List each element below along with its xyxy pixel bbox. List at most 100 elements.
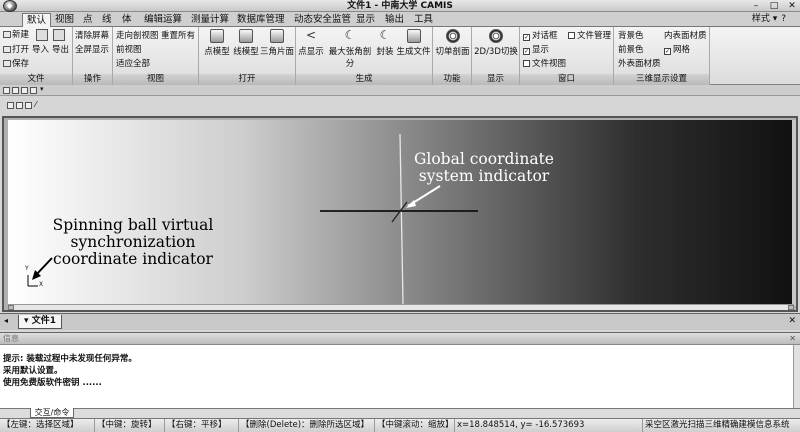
- tab-display[interactable]: 显示: [352, 13, 379, 27]
- status-delete: 【删除(Delete)：删除所选区域】: [239, 419, 375, 432]
- max-angle-label: 最大张角剖分: [328, 47, 372, 69]
- document-tab-bar: ◂ ▾ 文件1 ✕: [0, 313, 800, 330]
- tab-safety[interactable]: 动态安全监管: [290, 13, 355, 27]
- point-model-button[interactable]: 点模型: [202, 29, 232, 57]
- status-system-name: 采空区激光扫描三维精确建模信息系统: [645, 420, 790, 430]
- minimize-button[interactable]: –: [750, 0, 762, 12]
- checkbox-checked-icon: ✓: [523, 34, 530, 41]
- line-model-button[interactable]: 线模型: [231, 29, 261, 57]
- tab-output[interactable]: 输出: [381, 13, 408, 27]
- dialog-label: 对话框: [532, 31, 558, 41]
- info-close-icon[interactable]: ✕: [789, 333, 796, 344]
- tab-measure[interactable]: 测量计算: [187, 13, 233, 27]
- scroll-left-arrow-icon[interactable]: [8, 305, 14, 310]
- foreground-color-button[interactable]: 前景色: [618, 45, 644, 56]
- front-view-button[interactable]: 前视图: [116, 45, 142, 56]
- line-model-icon: [239, 29, 253, 43]
- info-scrollbar[interactable]: [793, 345, 800, 409]
- switch-icon: [489, 29, 503, 43]
- fullscreen-button[interactable]: 全屏显示: [75, 45, 109, 56]
- tab-point[interactable]: 点: [79, 13, 97, 27]
- close-tab-icon[interactable]: ✕: [788, 316, 796, 326]
- point-model-label: 点模型: [204, 47, 230, 57]
- point-display-button[interactable]: < 点显示: [297, 29, 325, 57]
- command-strip: [0, 408, 800, 418]
- group-open: 点模型 线模型 三角片面 打开: [199, 27, 296, 85]
- toolbar-tree-icon[interactable]: [16, 102, 23, 109]
- open-label: 打开: [12, 45, 30, 55]
- qa-save-icon[interactable]: [21, 87, 28, 94]
- switch-2d3d-button[interactable]: 2D/3D切换: [473, 29, 519, 57]
- generate-file-button[interactable]: 生成文件: [395, 29, 432, 57]
- triangle-face-label: 三角片面: [259, 47, 294, 57]
- import-button[interactable]: 导入: [32, 45, 49, 56]
- checkbox-checked-icon: ✓: [664, 48, 671, 55]
- viewport-vertical-strip: [792, 120, 796, 306]
- fit-all-button[interactable]: 适应全部: [116, 59, 150, 70]
- group-generate-label: 生成: [296, 74, 432, 85]
- status-left-click: 【左键：选择区域】: [0, 419, 95, 432]
- tab-scroll-icon[interactable]: ◂: [4, 316, 8, 325]
- filemgr-label: 文件管理: [577, 31, 612, 41]
- tab-view[interactable]: 视图: [51, 13, 78, 27]
- group-3d-settings-label: 三维显示设置: [614, 74, 709, 85]
- seal-button[interactable]: ☾ 封装: [375, 29, 395, 57]
- dialog-checkbox[interactable]: ✓ 对话框: [523, 31, 558, 42]
- background-color-button[interactable]: 背景色: [618, 31, 644, 42]
- outer-material-button[interactable]: 外表面材质: [618, 59, 661, 70]
- folder-icon[interactable]: [36, 29, 48, 41]
- tab-tools[interactable]: 工具: [410, 13, 437, 27]
- viewport-horizontal-scrollbar[interactable]: [8, 304, 794, 310]
- maximize-button[interactable]: □: [768, 0, 780, 12]
- tab-edit[interactable]: 编辑运算: [140, 13, 186, 27]
- 3d-viewport[interactable]: Global coordinate system indicator Spinn…: [8, 120, 794, 306]
- window-controls: – □ ✕: [750, 0, 798, 12]
- toolbar-grid-icon[interactable]: [25, 102, 32, 109]
- new-label: 新建: [12, 30, 30, 40]
- close-button[interactable]: ✕: [786, 0, 798, 12]
- qa-new-icon[interactable]: [3, 87, 10, 94]
- group-function-label: 功能: [433, 74, 471, 85]
- open-button[interactable]: 打开: [3, 45, 29, 56]
- tab-solid[interactable]: 体: [118, 13, 136, 27]
- point-model-icon: [210, 29, 224, 43]
- grid-checkbox[interactable]: ✓ 网格: [664, 45, 690, 56]
- export-button[interactable]: 导出: [52, 45, 69, 56]
- generate-file-label: 生成文件: [396, 47, 431, 57]
- toolbar-pin-icon[interactable]: ⁄: [35, 100, 36, 109]
- fileview-checkbox[interactable]: 文件视图: [523, 59, 566, 70]
- line-model-label: 线模型: [233, 47, 259, 57]
- qa-dropdown-icon[interactable]: ▾: [40, 85, 44, 93]
- tab-command[interactable]: 交互/命令: [30, 408, 74, 418]
- show-checkbox[interactable]: ✓ 显示: [523, 45, 549, 56]
- reset-all-button[interactable]: 重置所有: [161, 31, 195, 42]
- style-menu[interactable]: 样式 ▾?: [752, 13, 786, 26]
- group-display: 2D/3D切换 显示: [472, 27, 520, 85]
- tab-database[interactable]: 数据库管理: [233, 13, 289, 27]
- cut-section-button[interactable]: 切单剖面: [434, 29, 471, 57]
- export-icon[interactable]: [53, 29, 65, 41]
- tab-default[interactable]: 默认: [22, 13, 52, 27]
- filemgr-checkbox[interactable]: 文件管理: [568, 31, 611, 42]
- tab-document-1[interactable]: ▾ 文件1: [18, 315, 62, 329]
- switch-2d3d-label: 2D/3D切换: [474, 47, 518, 57]
- help-icon[interactable]: ?: [781, 14, 786, 24]
- max-angle-button[interactable]: ☾ 最大张角剖分: [325, 29, 375, 69]
- tab-line[interactable]: 线: [98, 13, 116, 27]
- group-file: 新建 打开 导入 导出 保存 文件: [0, 27, 73, 85]
- walk-section-button[interactable]: 走向剖视图: [116, 31, 159, 42]
- triangle-face-button[interactable]: 三角片面: [259, 29, 295, 57]
- new-button[interactable]: 新建: [3, 30, 29, 41]
- title-bar: ◆ 文件1 - 中南大学 CAMIS – □ ✕: [0, 0, 800, 12]
- save-button[interactable]: 保存: [3, 59, 29, 70]
- toolbar-list-icon[interactable]: [7, 102, 14, 109]
- ribbon: 新建 打开 导入 导出 保存 文件 清除屏幕 全屏显示 操作 走向剖视图 重置所…: [0, 27, 800, 85]
- clear-screen-button[interactable]: 清除屏幕: [75, 31, 109, 42]
- qa-print-icon[interactable]: [30, 87, 37, 94]
- qa-open-icon[interactable]: [12, 87, 19, 94]
- info-line: 提示: 装载过程中未发现任何异常。: [3, 354, 137, 364]
- inner-material-button[interactable]: 内表面材质: [664, 31, 707, 42]
- window-title: 文件1 - 中南大学 CAMIS: [347, 1, 453, 11]
- seal-moon-icon: ☾: [379, 28, 391, 42]
- scroll-right-arrow-icon[interactable]: [788, 305, 794, 310]
